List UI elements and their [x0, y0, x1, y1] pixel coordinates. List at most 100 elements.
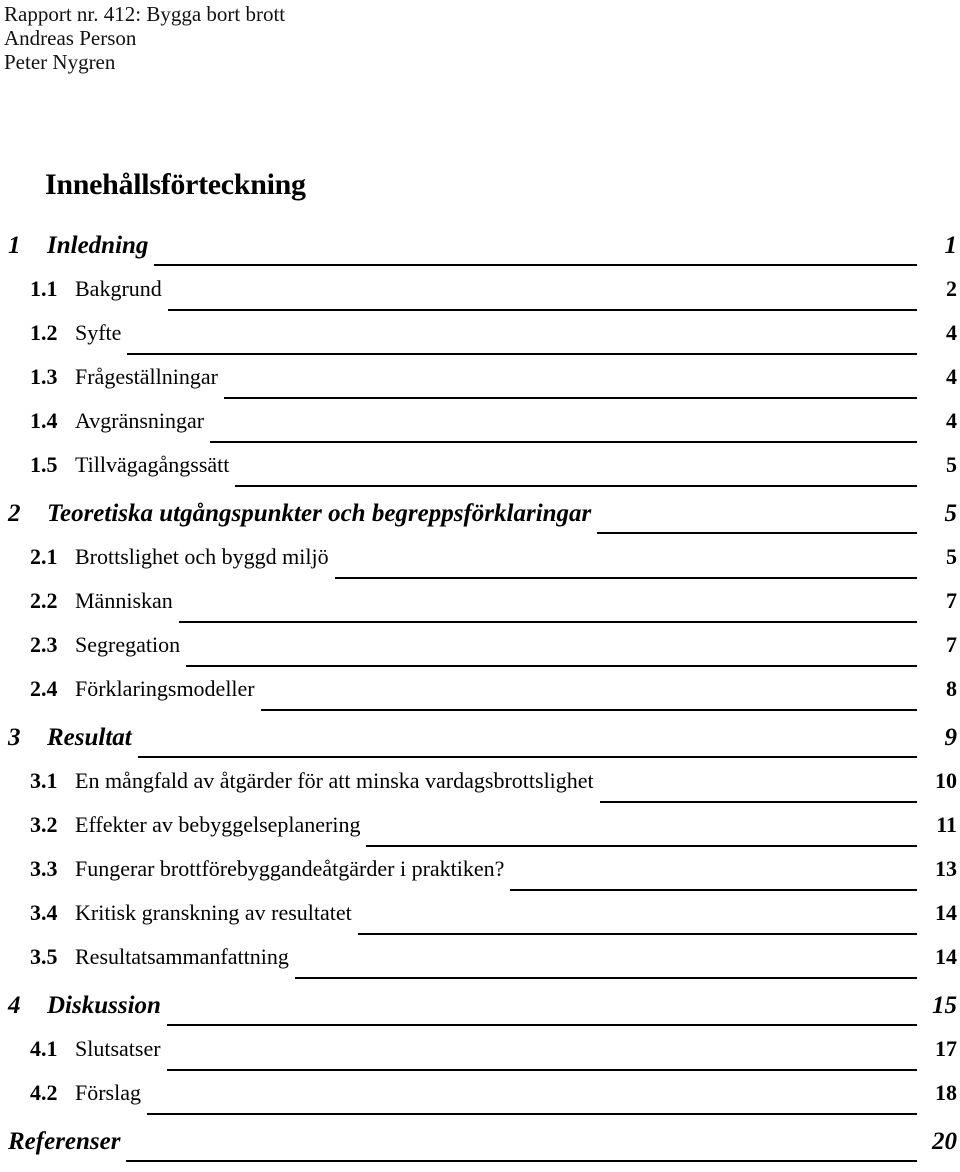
- toc-leader-rule: [127, 353, 923, 355]
- toc-entry-title[interactable]: Frågeställningar: [75, 364, 218, 390]
- toc-entry[interactable]: 2 Teoretiska utgångspunkter och begreppsf…: [0, 496, 960, 544]
- toc-entry-title[interactable]: Segregation: [75, 632, 180, 658]
- toc-entry[interactable]: 4.2 Förslag 18: [0, 1080, 960, 1124]
- toc-leader-rule: [223, 397, 923, 399]
- toc-entry-page-number: 17: [935, 1036, 957, 1061]
- toc-entry-title[interactable]: Tillvägagångssätt: [75, 452, 229, 478]
- toc-entry-page-number: 7: [946, 632, 957, 657]
- toc-entry-title[interactable]: Människan: [75, 588, 173, 614]
- toc-entry-number: 1.3: [30, 364, 58, 389]
- toc-leader-rule: [166, 1069, 923, 1071]
- toc-entry-title[interactable]: Effekter av bebyggelseplanering: [75, 812, 360, 838]
- toc-entry-title[interactable]: Inledning: [47, 232, 148, 260]
- author-line-2: Peter Nygren: [4, 50, 116, 74]
- toc-entry-number: 2.4: [30, 676, 58, 701]
- toc-entry[interactable]: 2.2 Människan 7: [0, 588, 960, 632]
- toc-entry-page-number: 4: [946, 320, 957, 345]
- toc-leader-rule: [166, 1024, 923, 1026]
- toc-entry[interactable]: 2.4 Förklaringsmodeller 8: [0, 676, 960, 720]
- toc-leader-rule: [334, 577, 923, 579]
- toc-entry-number: 2.2: [30, 588, 58, 613]
- toc-entry-title[interactable]: Teoretiska utgångspunkter och begreppsfö…: [47, 500, 591, 528]
- toc-entry[interactable]: 1.2 Syfte 4: [0, 320, 960, 364]
- toc-entry-page-number: 15: [932, 992, 957, 1019]
- toc-entry-page-number: 4: [946, 408, 957, 433]
- toc-entry[interactable]: 3.2 Effekter av bebyggelseplanering 11: [0, 812, 960, 856]
- toc-entry[interactable]: 1 Inledning 1: [0, 228, 960, 276]
- document-header: Rapport nr. 412: Bygga bort brott Andrea…: [4, 2, 804, 74]
- toc-leader-rule: [126, 1160, 923, 1162]
- toc-entry-page-number: 20: [932, 1128, 957, 1155]
- toc-entry-number: 3.2: [30, 812, 58, 837]
- toc-leader-rule: [167, 309, 923, 311]
- toc-entry-page-number: 10: [935, 768, 957, 793]
- toc-entry-page-number: 7: [946, 588, 957, 613]
- toc-entry-number: 1: [8, 232, 21, 259]
- toc-entry-title[interactable]: Referenser: [8, 1128, 120, 1156]
- toc-entry-number: 2.3: [30, 632, 58, 657]
- toc-entry-number: 3: [8, 724, 21, 751]
- toc-entry[interactable]: 1.3 Frågeställningar 4: [0, 364, 960, 408]
- report-title-line: Rapport nr. 412: Bygga bort brott: [4, 2, 286, 26]
- toc-entry-number: 4: [8, 992, 21, 1019]
- toc-entry[interactable]: 4 Diskussion 15: [0, 988, 960, 1036]
- toc-entry-page-number: 11: [936, 812, 957, 837]
- toc-entry-title[interactable]: Bakgrund: [75, 276, 162, 302]
- toc-entry[interactable]: 3.1 En mångfald av åtgärder för att minsk…: [0, 768, 960, 812]
- toc-entry-title[interactable]: Resultatsammanfattning: [75, 944, 289, 970]
- toc-entry-page-number: 1: [944, 232, 958, 259]
- toc-entry[interactable]: 3.3 Fungerar brottförebyggandeåtgärder i …: [0, 856, 960, 900]
- toc-entry-page-number: 9: [944, 724, 958, 751]
- toc-leader-rule: [366, 845, 923, 847]
- toc-entry-title[interactable]: Förslag: [75, 1080, 141, 1106]
- toc-entry[interactable]: 2.1 Brottslighet och byggd miljö 5: [0, 544, 960, 588]
- toc-entry-number: 1.4: [30, 408, 58, 433]
- toc-entry[interactable]: 1.5 Tillvägagångssätt 5: [0, 452, 960, 496]
- toc-entry-title[interactable]: Förklaringsmodeller: [75, 676, 255, 702]
- toc-entry-page-number: 18: [935, 1080, 957, 1105]
- toc-entry-page-number: 5: [946, 452, 957, 477]
- toc-entry[interactable]: 4.1 Slutsatser 17: [0, 1036, 960, 1080]
- toc-leader-rule: [597, 532, 923, 534]
- toc-entry-number: 1.2: [30, 320, 58, 345]
- toc-leader-rule: [154, 264, 923, 266]
- toc-leader-rule: [186, 665, 923, 667]
- toc-entry-title[interactable]: Resultat: [47, 724, 132, 752]
- toc-leader-rule: [235, 485, 923, 487]
- toc-entry-page-number: 2: [946, 276, 957, 301]
- toc-entry[interactable]: 2.3 Segregation 7: [0, 632, 960, 676]
- toc-entry-page-number: 14: [935, 944, 957, 969]
- toc-leader-rule: [147, 1113, 923, 1115]
- toc-entry-number: 2.1: [30, 544, 58, 569]
- table-of-contents-heading: Innehållsförteckning: [45, 168, 306, 201]
- author-line-1: Andreas Person: [4, 26, 137, 50]
- toc-entry-title[interactable]: Fungerar brottförebyggandeåtgärder i pra…: [75, 856, 504, 882]
- toc-entry[interactable]: Referenser 20: [0, 1124, 960, 1172]
- toc-leader-rule: [357, 933, 923, 935]
- toc-leader-rule: [599, 801, 923, 803]
- toc-entry[interactable]: 3 Resultat 9: [0, 720, 960, 768]
- toc-entry-title[interactable]: Syfte: [75, 320, 121, 346]
- toc-leader-rule: [260, 709, 923, 711]
- toc-leader-rule: [510, 889, 923, 891]
- toc-entry-title[interactable]: En mångfald av åtgärder för att minska v…: [75, 768, 594, 794]
- toc-entry-number: 4.2: [30, 1080, 58, 1105]
- toc-entry[interactable]: 1.4 Avgränsningar 4: [0, 408, 960, 452]
- toc-entry-title[interactable]: Kritisk granskning av resultatet: [75, 900, 352, 926]
- toc-entry-page-number: 4: [946, 364, 957, 389]
- toc-leader-rule: [137, 756, 923, 758]
- toc-entry-number: 3.5: [30, 944, 58, 969]
- toc-entry[interactable]: 3.5 Resultatsammanfattning 14: [0, 944, 960, 988]
- toc-entry-number: 3.4: [30, 900, 58, 925]
- toc-entry-title[interactable]: Slutsatser: [75, 1036, 161, 1062]
- toc-entry[interactable]: 1.1 Bakgrund 2: [0, 276, 960, 320]
- toc-entry-title[interactable]: Brottslighet och byggd miljö: [75, 544, 329, 570]
- toc-leader-rule: [294, 977, 923, 979]
- toc-entry-page-number: 14: [935, 900, 957, 925]
- toc-leader-rule: [210, 441, 923, 443]
- toc-entry[interactable]: 3.4 Kritisk granskning av resultatet 14: [0, 900, 960, 944]
- toc-entry-number: 1.5: [30, 452, 58, 477]
- toc-entry-title[interactable]: Avgränsningar: [75, 408, 204, 434]
- table-of-contents-list: 1 Inledning 1 1.1 Bakgrund 2 1.2 Syfte 4 1.3 Fråge…: [0, 228, 960, 1172]
- toc-entry-title[interactable]: Diskussion: [47, 992, 161, 1020]
